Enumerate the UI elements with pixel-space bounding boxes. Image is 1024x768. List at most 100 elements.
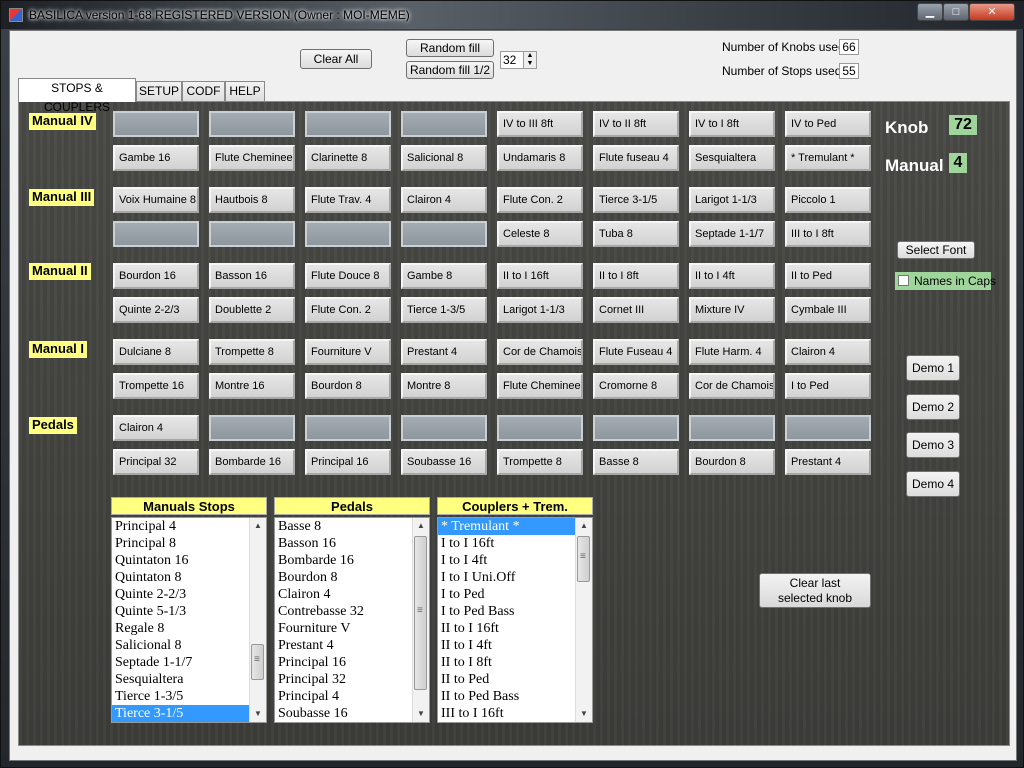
coupler-list-item[interactable]: II to I 4ft	[438, 637, 578, 654]
stop-knob[interactable]: Bourdon 16	[113, 263, 199, 289]
manuals-stop-list-item[interactable]: Regale 8	[112, 620, 252, 637]
stop-knob[interactable]: Clairon 4	[113, 415, 199, 441]
stop-knob[interactable]: II to I 4ft	[689, 263, 775, 289]
scroll-up-icon[interactable]: ▲	[250, 518, 266, 534]
title-bar[interactable]: BASILICA version 1-68 REGISTERED VERSION…	[1, 1, 1024, 29]
stop-knob[interactable]: Celeste 8	[497, 221, 583, 247]
tab-codf[interactable]: CODF	[182, 81, 225, 101]
stop-knob[interactable]: Hautbois 8	[209, 187, 295, 213]
stop-knob[interactable]: Clairon 4	[401, 187, 487, 213]
stop-knob[interactable]: II to Ped	[785, 263, 871, 289]
random-fill-half-button[interactable]: Random fill 1/2	[406, 61, 494, 79]
stop-knob[interactable]: Larigot 1-1/3	[497, 297, 583, 323]
coupler-list-item[interactable]: III to I 16ft	[438, 705, 578, 722]
stop-knob[interactable]: IV to III 8ft	[497, 111, 583, 137]
stop-knob[interactable]: II to I 8ft	[593, 263, 679, 289]
empty-knob[interactable]	[209, 415, 295, 441]
stop-knob[interactable]: Soubasse 16	[401, 449, 487, 475]
scroll-down-icon[interactable]: ▼	[250, 706, 266, 722]
empty-knob[interactable]	[305, 415, 391, 441]
tab-setup[interactable]: SETUP	[136, 81, 182, 101]
stop-knob[interactable]: Prestant 4	[401, 339, 487, 365]
demo-4-button[interactable]: Demo 4	[906, 471, 960, 497]
minimize-button[interactable]: ▁	[917, 3, 943, 21]
scrollbar[interactable]: ▲ ▼	[575, 518, 592, 722]
tab-help[interactable]: HELP	[225, 81, 265, 101]
stop-knob[interactable]: Tierce 1-3/5	[401, 297, 487, 323]
coupler-list-item[interactable]: II to Ped	[438, 671, 578, 688]
stop-knob[interactable]: Larigot 1-1/3	[689, 187, 775, 213]
stop-knob[interactable]: Cornet III	[593, 297, 679, 323]
empty-knob[interactable]	[113, 111, 199, 137]
stop-knob[interactable]: Bourdon 8	[689, 449, 775, 475]
empty-knob[interactable]	[305, 111, 391, 137]
names-in-caps-toggle[interactable]: Names in Caps	[895, 272, 996, 290]
random-count-stepper[interactable]: 32	[500, 51, 524, 69]
empty-knob[interactable]	[593, 415, 679, 441]
stop-knob[interactable]: Flute Douce 8	[305, 263, 391, 289]
manuals-stop-list-item[interactable]: Quinte 2-2/3	[112, 586, 252, 603]
stop-knob[interactable]: IV to Ped	[785, 111, 871, 137]
clear-all-button[interactable]: Clear All	[300, 49, 372, 69]
empty-knob[interactable]	[209, 111, 295, 137]
stop-knob[interactable]: Voix Humaine 8	[113, 187, 199, 213]
stop-knob[interactable]: Basse 8	[593, 449, 679, 475]
coupler-list-item[interactable]: I to I 4ft	[438, 552, 578, 569]
empty-knob[interactable]	[689, 415, 775, 441]
stepper-arrows-icon[interactable]: ▲ ▼	[523, 51, 537, 69]
empty-knob[interactable]	[497, 415, 583, 441]
stop-knob[interactable]: II to I 16ft	[497, 263, 583, 289]
stop-knob[interactable]: IV to II 8ft	[593, 111, 679, 137]
scroll-thumb[interactable]	[577, 536, 590, 582]
manuals-stop-list-item[interactable]: Septade 1-1/7	[112, 654, 252, 671]
pedal-list-item[interactable]: Prestant 4	[275, 637, 415, 654]
stop-knob[interactable]: Undamaris 8	[497, 145, 583, 171]
scroll-up-icon[interactable]: ▲	[576, 518, 592, 534]
select-font-button[interactable]: Select Font	[897, 241, 975, 259]
coupler-list-item[interactable]: * Tremulant *	[438, 518, 578, 535]
stop-knob[interactable]: Montre 8	[401, 373, 487, 399]
stop-knob[interactable]: Principal 32	[113, 449, 199, 475]
stop-knob[interactable]: Prestant 4	[785, 449, 871, 475]
clear-last-knob-button[interactable]: Clear last selected knob	[759, 573, 871, 608]
pedal-list-item[interactable]: Clairon 4	[275, 586, 415, 603]
scroll-down-icon[interactable]: ▼	[413, 706, 429, 722]
stop-knob[interactable]: Cor de Chamois	[497, 339, 583, 365]
pedal-list-item[interactable]: Basse 8	[275, 518, 415, 535]
stop-knob[interactable]: Montre 16	[209, 373, 295, 399]
stop-knob[interactable]: Cymbale III	[785, 297, 871, 323]
stop-knob[interactable]: Mixture IV	[689, 297, 775, 323]
pedals-list[interactable]: Basse 8 Basson 16 Bombarde 16 Bourdon 8 Clai…	[274, 517, 430, 723]
coupler-list-item[interactable]: I to Ped	[438, 586, 578, 603]
scroll-up-icon[interactable]: ▲	[413, 518, 429, 534]
scrollbar[interactable]: ▲ ▼	[412, 518, 429, 722]
stop-knob[interactable]: IV to I 8ft	[689, 111, 775, 137]
manuals-stop-list-item[interactable]: Principal 8	[112, 535, 252, 552]
scroll-thumb[interactable]	[414, 536, 427, 690]
coupler-list-item[interactable]: II to Ped Bass	[438, 688, 578, 705]
stop-knob[interactable]: Flute Trav. 4	[305, 187, 391, 213]
coupler-list-item[interactable]: II to I 8ft	[438, 654, 578, 671]
stop-knob[interactable]: Piccolo 1	[785, 187, 871, 213]
maximize-button[interactable]: □	[943, 3, 969, 21]
empty-knob[interactable]	[785, 415, 871, 441]
stop-knob[interactable]: III to I 8ft	[785, 221, 871, 247]
coupler-list-item[interactable]: I to I 16ft	[438, 535, 578, 552]
stop-knob[interactable]: Cor de Chamois	[689, 373, 775, 399]
stop-knob[interactable]: Gambe 16	[113, 145, 199, 171]
stop-knob[interactable]: Sesquialtera	[689, 145, 775, 171]
coupler-list-item[interactable]: I to Ped Bass	[438, 603, 578, 620]
random-fill-button[interactable]: Random fill	[406, 39, 494, 57]
stop-knob[interactable]: Flute Con. 2	[497, 187, 583, 213]
manuals-stop-list-item[interactable]: Salicional 8	[112, 637, 252, 654]
manuals-stop-list-item[interactable]: Tierce 3-1/5	[112, 705, 252, 722]
manuals-stop-list-item[interactable]: Quinte 5-1/3	[112, 603, 252, 620]
stop-knob[interactable]: Flute Cheminee	[209, 145, 295, 171]
pedal-list-item[interactable]: Soubasse 16	[275, 705, 415, 722]
scroll-down-icon[interactable]: ▼	[576, 706, 592, 722]
manuals-stop-list-item[interactable]: Principal 4	[112, 518, 252, 535]
scroll-thumb[interactable]	[251, 644, 264, 680]
stop-knob[interactable]: Doublette 2	[209, 297, 295, 323]
empty-knob[interactable]	[401, 415, 487, 441]
empty-knob[interactable]	[401, 221, 487, 247]
